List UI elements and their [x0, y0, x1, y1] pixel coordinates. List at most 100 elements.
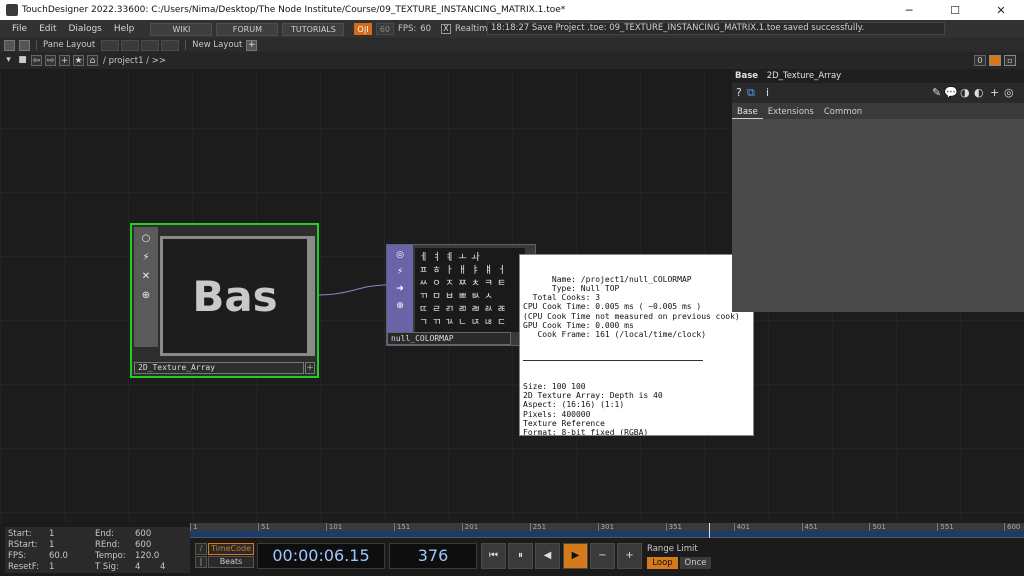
- node-name[interactable]: null_COLORMAP: [387, 332, 511, 345]
- end-value[interactable]: 600: [135, 529, 151, 539]
- forum-button[interactable]: FORUM: [216, 22, 279, 36]
- color-icon[interactable]: ◐: [974, 86, 984, 99]
- minimize-button[interactable]: ─: [886, 0, 932, 20]
- beats-button[interactable]: Beats: [208, 556, 254, 568]
- tab-common[interactable]: Common: [819, 105, 867, 119]
- tsig-denominator[interactable]: 4: [160, 562, 165, 572]
- menu-file[interactable]: File: [6, 24, 33, 34]
- info-icon[interactable]: i: [766, 86, 769, 99]
- beats-toggle-icon[interactable]: |: [195, 556, 207, 568]
- play-button[interactable]: ▶: [563, 543, 588, 569]
- stop-icon[interactable]: ■: [17, 55, 28, 66]
- realtime-checkbox[interactable]: X: [441, 24, 452, 34]
- anchor-icon[interactable]: [19, 39, 30, 51]
- node-viewer[interactable]: Bas: [160, 236, 310, 356]
- bookmark-count[interactable]: 0: [974, 55, 986, 66]
- glyph: ㅅ: [484, 291, 493, 302]
- timecode-display[interactable]: 00:00:06.15: [257, 543, 385, 569]
- step-minus-button[interactable]: −: [590, 543, 615, 569]
- glyph: ㄺ: [445, 304, 454, 315]
- resetf-value[interactable]: 1: [49, 562, 54, 572]
- glyph: [482, 251, 495, 264]
- add-layout-button[interactable]: +: [246, 39, 258, 51]
- viewer-text: Bas: [192, 271, 278, 321]
- start-value[interactable]: 1: [49, 529, 54, 539]
- fps-target[interactable]: 60: [375, 23, 394, 35]
- glyph: ㅌ: [497, 278, 506, 289]
- network-path[interactable]: / project1 / >>: [103, 56, 166, 66]
- menu-dialogs[interactable]: Dialogs: [63, 24, 108, 34]
- rend-label: REnd:: [95, 540, 120, 550]
- bypass-flag-icon[interactable]: ➜: [393, 282, 407, 296]
- connection-wire[interactable]: [317, 284, 387, 296]
- pane-icon[interactable]: [4, 39, 15, 51]
- view-mode-icon[interactable]: [989, 55, 1001, 66]
- param-toolbar: ? ⧉ i ✎ 💬 ◑ ◐ + ◎: [732, 83, 1024, 103]
- loop-button[interactable]: Loop: [647, 557, 678, 569]
- step-back-button[interactable]: ◀: [535, 543, 560, 569]
- frame-display[interactable]: 376: [389, 543, 477, 569]
- base-comp-node[interactable]: ○ ⚡ ✕ ⊕ Bas 2D_Texture_Array +: [130, 223, 319, 378]
- cook-flag-icon[interactable]: ⚡: [393, 265, 407, 279]
- range-bar[interactable]: [190, 531, 1024, 537]
- add-icon[interactable]: +: [59, 55, 70, 66]
- once-button[interactable]: Once: [680, 557, 711, 569]
- null-top-node[interactable]: ◎ ⚡ ➜ ⊕ ㅔㅕㅖㅗㅘㅍㅎㅏㅐㅑㅒㅓㅆㅇㅈㅉㅊㅋㅌㄲㅁㅂㅃㅄㅅㄸㄹㄺㄻㄼㄽㄾ…: [386, 244, 536, 346]
- lock-flag-icon[interactable]: ⊕: [139, 289, 153, 303]
- wiki-button[interactable]: WIKI: [150, 22, 213, 36]
- tab-extensions[interactable]: Extensions: [763, 105, 819, 119]
- comment-icon[interactable]: 💬: [944, 86, 958, 99]
- viewer-flag-icon[interactable]: ○: [139, 232, 153, 246]
- back-icon[interactable]: ⇦: [31, 55, 42, 66]
- rewind-button[interactable]: ⏮: [481, 543, 506, 569]
- timeline-ruler[interactable]: 1 51 101 151 201 251 301 351 401 451 501 551 600: [190, 523, 1024, 538]
- timecode-button[interactable]: TimeCode: [208, 543, 254, 555]
- node-expand-button[interactable]: +: [305, 362, 315, 374]
- menu-help[interactable]: Help: [108, 24, 141, 34]
- divider: [523, 360, 703, 362]
- tab-base[interactable]: Base: [732, 105, 763, 119]
- home-icon[interactable]: ⌂: [87, 55, 98, 66]
- oi-toggle[interactable]: O|I: [354, 23, 372, 35]
- node-output-connector[interactable]: [308, 236, 315, 356]
- python-help-icon[interactable]: ⧉: [747, 86, 755, 100]
- cook-flag-icon[interactable]: ⚡: [139, 251, 153, 265]
- bypass-flag-icon[interactable]: ✕: [139, 270, 153, 284]
- expand-icon[interactable]: ▫: [1004, 55, 1016, 66]
- fps-value[interactable]: 60.0: [49, 551, 68, 561]
- layout-preset-2[interactable]: [121, 39, 140, 51]
- tutorials-button[interactable]: TUTORIALS: [282, 22, 345, 36]
- layout-preset-1[interactable]: [101, 39, 120, 51]
- ruler-tick: 101: [325, 523, 342, 531]
- node-name[interactable]: 2D_Texture_Array: [134, 362, 304, 374]
- pane-menu-icon[interactable]: ▾: [3, 55, 14, 66]
- menu-edit[interactable]: Edit: [33, 24, 62, 34]
- maximize-button[interactable]: ☐: [932, 0, 978, 20]
- add-param-icon[interactable]: +: [990, 86, 999, 99]
- node-viewer[interactable]: ㅔㅕㅖㅗㅘㅍㅎㅏㅐㅑㅒㅓㅆㅇㅈㅉㅊㅋㅌㄲㅁㅂㅃㅄㅅㄸㄹㄺㄻㄼㄽㄾㄱㄲㄳㄴㄵㄶㄷ: [415, 248, 525, 332]
- rstart-value[interactable]: 1: [49, 540, 54, 550]
- forward-icon[interactable]: ⇨: [45, 55, 56, 66]
- layout-preset-4[interactable]: [161, 39, 180, 51]
- star-icon[interactable]: ★: [73, 55, 84, 66]
- pause-button[interactable]: ⏸: [508, 543, 533, 569]
- lock-flag-icon[interactable]: ⊕: [393, 299, 407, 313]
- help-icon[interactable]: ?: [736, 86, 742, 99]
- tsig-numerator[interactable]: 4: [135, 562, 140, 572]
- param-op-name[interactable]: 2D_Texture_Array: [767, 71, 841, 81]
- step-plus-button[interactable]: +: [617, 543, 642, 569]
- viewer-flag-icon[interactable]: ◎: [393, 248, 407, 262]
- playhead[interactable]: [709, 523, 710, 538]
- edit-icon[interactable]: ✎: [932, 86, 941, 99]
- close-button[interactable]: ✕: [978, 0, 1024, 20]
- info-line: 2D Texture Array: Depth is 40: [523, 391, 663, 401]
- settings-icon[interactable]: ◎: [1004, 86, 1014, 99]
- ruler-tick: 351: [665, 523, 682, 531]
- tempo-value[interactable]: 120.0: [135, 551, 159, 561]
- display-icon[interactable]: ◑: [960, 86, 970, 99]
- timecode-toggle-icon[interactable]: /: [195, 543, 207, 555]
- layout-preset-3[interactable]: [141, 39, 160, 51]
- window-title: TouchDesigner 2022.33600: C:/Users/Nima/…: [22, 5, 566, 15]
- info-line: Aspect: (16:16) (1:1): [523, 400, 625, 410]
- rend-value[interactable]: 600: [135, 540, 151, 550]
